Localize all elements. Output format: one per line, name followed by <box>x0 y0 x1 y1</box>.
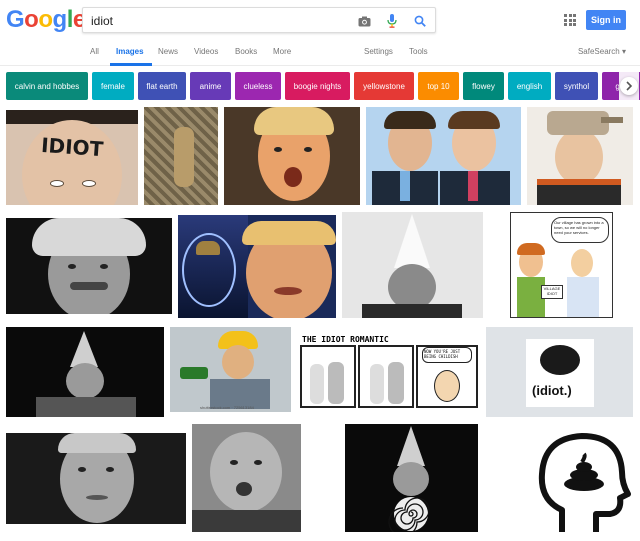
safesearch-menu[interactable]: SafeSearch ▾ <box>578 47 626 56</box>
chip[interactable]: top 10 <box>418 72 459 100</box>
image-result[interactable]: THE IDIOT ROMANTIC NOW YOU'RE JUST BEING… <box>298 334 481 410</box>
image-result[interactable] <box>342 212 483 318</box>
chip[interactable]: synthol <box>555 72 598 100</box>
comic-speech-bubble: NOW YOU'RE JUST BEING CHILDISH <box>422 347 472 363</box>
settings-link[interactable]: Settings <box>364 47 393 56</box>
shutterstock-credit: shutterstock.com · 725613184 <box>200 405 254 410</box>
camera-icon[interactable] <box>357 14 371 28</box>
image-result[interactable]: IDIOT <box>6 110 138 205</box>
chevron-right-icon <box>626 81 633 91</box>
image-result[interactable] <box>366 107 521 205</box>
svg-text:IDIOT: IDIOT <box>40 133 104 161</box>
chip[interactable]: english <box>508 72 551 100</box>
tools-link[interactable]: Tools <box>409 47 428 56</box>
search-box <box>82 7 436 33</box>
chip[interactable]: flowey <box>463 72 504 100</box>
image-result[interactable]: Our village has grown into a town, so we… <box>510 212 613 318</box>
tab-all[interactable]: All <box>90 47 99 56</box>
tab-news[interactable]: News <box>158 47 178 56</box>
chip[interactable]: female <box>92 72 134 100</box>
image-result[interactable] <box>6 218 172 314</box>
search-input[interactable] <box>91 12 361 30</box>
image-result[interactable] <box>527 107 633 205</box>
chip[interactable]: yellowstone <box>354 72 414 100</box>
related-searches-chips: calvin and hobbes female flat earth anim… <box>0 72 640 102</box>
chip[interactable]: calvin and hobbes <box>6 72 88 100</box>
sign-in-button[interactable]: Sign in <box>586 10 626 30</box>
chip[interactable]: anime <box>190 72 231 100</box>
image-result[interactable]: (idiot.) <box>486 327 633 417</box>
active-tab-indicator <box>110 63 152 66</box>
image-result[interactable] <box>532 428 633 536</box>
search-icon[interactable] <box>413 14 427 28</box>
tab-videos[interactable]: Videos <box>194 47 218 56</box>
image-result[interactable] <box>192 424 301 532</box>
header: Google Sign in <box>0 0 640 40</box>
comic-title: THE IDIOT ROMANTIC <box>302 335 389 344</box>
tab-images[interactable]: Images <box>116 47 144 56</box>
hypno-spiral-icon <box>388 497 430 532</box>
apps-grid-icon[interactable] <box>564 14 576 26</box>
forehead-text-graphic: IDIOT <box>40 133 104 161</box>
image-result[interactable] <box>6 433 186 524</box>
google-logo[interactable]: Google <box>6 6 86 34</box>
search-tabs: All Images News Videos Books More Settin… <box>0 40 640 66</box>
image-result[interactable] <box>345 424 478 532</box>
chip[interactable]: clueless <box>235 72 281 100</box>
chip[interactable]: flat earth <box>138 72 186 100</box>
image-result[interactable] <box>6 327 164 417</box>
chips-next-button[interactable] <box>619 72 639 100</box>
tab-more[interactable]: More <box>273 47 291 56</box>
chip[interactable]: boogie nights <box>285 72 350 100</box>
image-result[interactable] <box>144 107 218 205</box>
image-result[interactable] <box>224 107 360 205</box>
tab-books[interactable]: Books <box>235 47 257 56</box>
idiot-logo-label: (idiot.) <box>532 383 572 398</box>
speech-bubble: Our village has grown into a town, so we… <box>551 217 609 243</box>
head-with-poop-icon <box>538 433 631 532</box>
image-result[interactable]: shutterstock.com · 725613184 <box>170 327 291 412</box>
microphone-icon[interactable] <box>385 14 399 28</box>
village-idiot-sign: VILLAGE IDIOT <box>541 285 563 299</box>
image-result[interactable] <box>178 215 336 318</box>
